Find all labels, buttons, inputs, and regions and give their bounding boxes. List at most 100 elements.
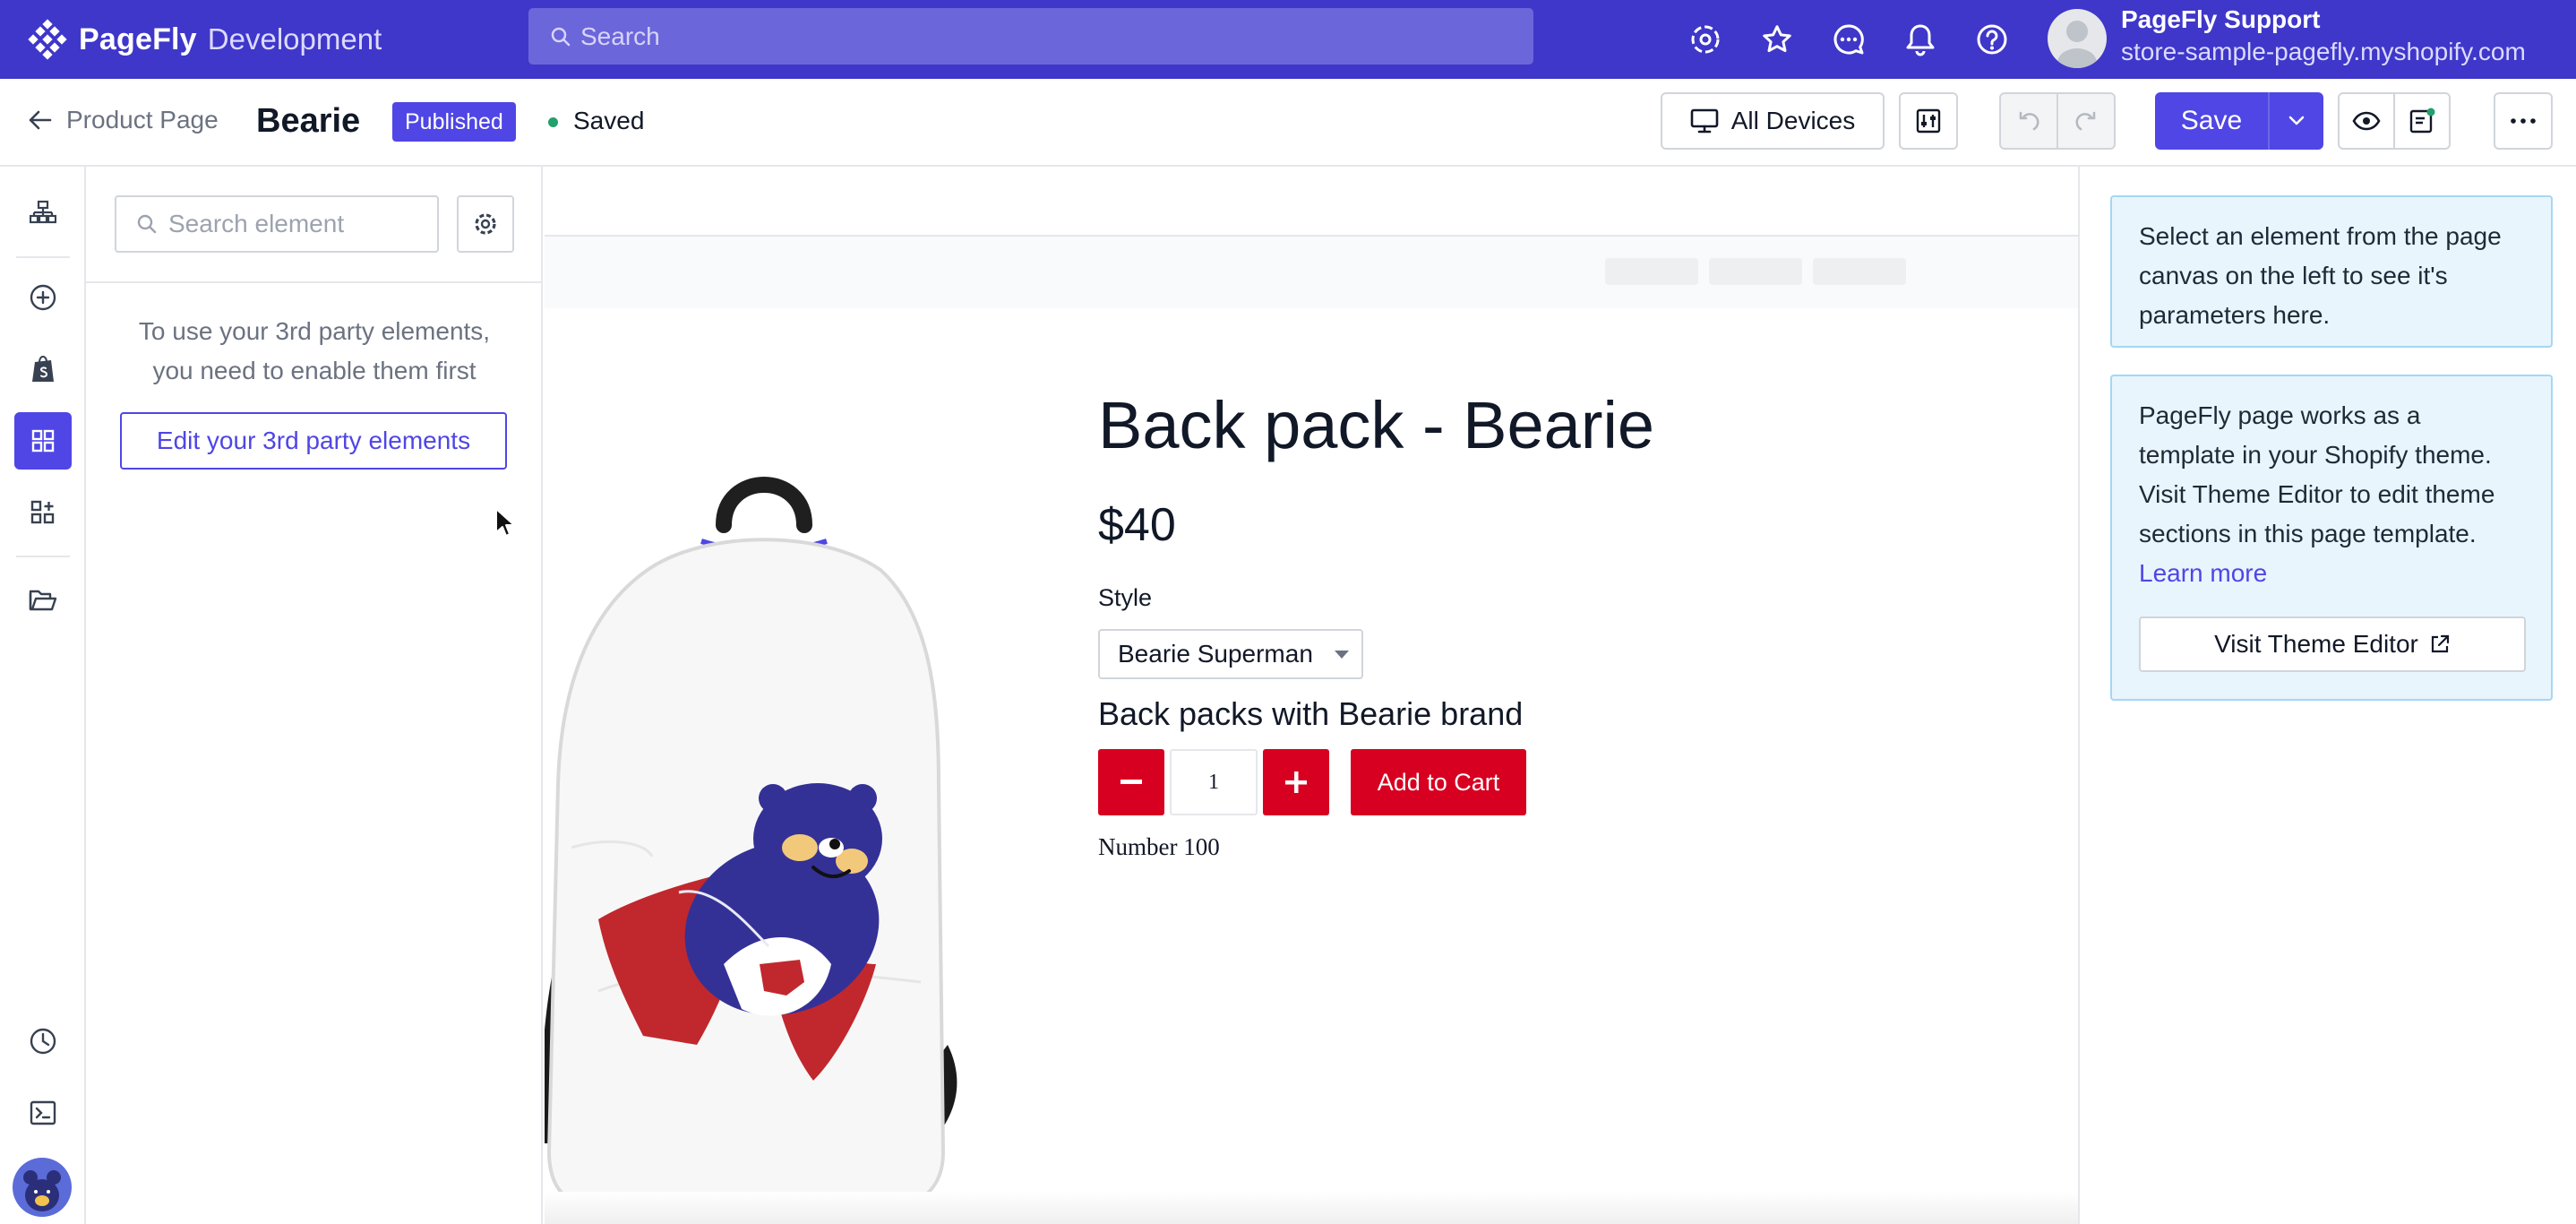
star-icon[interactable]	[1757, 20, 1797, 59]
element-panel: Search element To use your 3rd party ele…	[86, 167, 543, 1224]
theme-editor-notice: PageFly page works as a template in your…	[2110, 375, 2553, 701]
product-subheading[interactable]: Back packs with Bearie brand	[1098, 695, 1523, 733]
visit-theme-editor-label: Visit Theme Editor	[2214, 630, 2418, 658]
caret-down-icon	[1335, 651, 1349, 659]
undo-icon	[2019, 111, 2039, 131]
status-badge: Published	[392, 102, 516, 142]
saved-status-dot	[548, 117, 558, 127]
notice-line: PageFly page works as a	[2139, 401, 2421, 429]
preview-button[interactable]	[2338, 92, 2395, 150]
bear-avatar[interactable]	[13, 1158, 72, 1217]
product-price[interactable]: $40	[1098, 498, 1176, 552]
widgets-icon[interactable]	[14, 484, 72, 541]
element-settings-button[interactable]	[457, 195, 514, 253]
notice-line: Visit Theme Editor to edit theme	[2139, 480, 2495, 508]
search-icon	[137, 214, 157, 234]
elements-icon[interactable]	[14, 412, 72, 470]
chevron-down-icon	[2288, 116, 2305, 125]
eye-icon	[2352, 111, 2381, 131]
inspector-panel: Select an element from the page canvas o…	[2078, 167, 2576, 1224]
nav-placeholder	[1813, 258, 1906, 285]
chat-icon[interactable]	[1829, 20, 1868, 59]
variant-select-value: Bearie Superman	[1118, 640, 1313, 668]
hint-line: canvas on the left to see it's	[2139, 262, 2448, 289]
editor-header: Product Page Bearie Published Saved All …	[0, 79, 2576, 167]
nav-placeholder	[1709, 258, 1802, 285]
back-label: Product Page	[66, 106, 219, 134]
environment-label: Development	[207, 22, 382, 56]
rail-divider	[16, 256, 70, 258]
third-party-message-line: To use your 3rd party elements,	[138, 317, 491, 345]
add-to-cart-button[interactable]: Add to Cart	[1351, 749, 1526, 815]
panel-divider	[86, 281, 541, 283]
save-status-label: Saved	[573, 107, 645, 134]
gear-icon	[475, 213, 496, 235]
device-selector-button[interactable]: All Devices	[1661, 92, 1885, 150]
quantity-increase-button[interactable]	[1263, 749, 1329, 815]
page-canvas[interactable]: Back pack - Bearie $40 Style Bearie Supe…	[545, 167, 2078, 1224]
plus-icon	[1285, 771, 1307, 793]
element-search-input[interactable]: Search element	[115, 195, 439, 253]
account-name[interactable]: PageFly Support	[2121, 5, 2320, 34]
bell-icon[interactable]	[1901, 20, 1940, 59]
global-search-input[interactable]: Search	[528, 8, 1533, 65]
quantity-decrease-button[interactable]	[1098, 749, 1164, 815]
desktop-icon	[1690, 108, 1719, 134]
edit-third-party-elements-button[interactable]: Edit your 3rd party elements	[120, 412, 507, 470]
product-image[interactable]	[545, 462, 983, 1224]
search-icon	[551, 27, 571, 46]
minus-icon	[1121, 780, 1142, 784]
learn-more-link[interactable]: Learn more	[2139, 554, 2524, 593]
quantity-input[interactable]: 1	[1170, 749, 1258, 815]
back-link[interactable]: Product Page	[27, 106, 219, 134]
shopify-icon[interactable]	[14, 340, 72, 398]
page-settings-button[interactable]	[1899, 92, 1958, 150]
folder-icon[interactable]	[14, 572, 72, 629]
history-icon[interactable]	[14, 1013, 72, 1070]
search-placeholder: Search	[580, 22, 660, 50]
page-publish-icon	[2409, 108, 2435, 134]
add-icon[interactable]	[14, 269, 72, 326]
rail-divider	[16, 556, 70, 557]
publish-status-button[interactable]	[2393, 92, 2451, 150]
page-title[interactable]: Bearie	[256, 102, 360, 141]
brand-name: PageFly	[79, 22, 197, 56]
redo-button[interactable]	[2057, 92, 2116, 150]
pagefly-logo[interactable]: PageFly Development	[27, 16, 382, 63]
hint-line: parameters here.	[2139, 301, 2331, 329]
undo-button[interactable]	[1999, 92, 2058, 150]
left-toolbar	[0, 167, 86, 1224]
product-title[interactable]: Back pack - Bearie	[1098, 387, 1654, 463]
arrow-left-icon	[29, 110, 52, 130]
user-avatar[interactable]	[2048, 9, 2107, 68]
canvas-bottom-fade	[545, 1192, 2078, 1224]
third-party-message-line: you need to enable them first	[152, 357, 477, 384]
mouse-cursor-icon	[495, 508, 514, 537]
account-store-domain[interactable]: store-sample-pagefly.myshopify.com	[2121, 38, 2526, 66]
sitemap-icon[interactable]	[14, 185, 72, 242]
nav-placeholder	[1605, 258, 1698, 285]
top-bar: PageFly Development Search PageFly Suppo…	[0, 0, 2576, 79]
external-link-icon	[2431, 634, 2449, 653]
notice-line: template in your Shopify theme.	[2139, 441, 2492, 469]
element-search-placeholder: Search element	[168, 210, 345, 237]
devices-label: All Devices	[1730, 107, 1856, 134]
save-button[interactable]: Save	[2155, 92, 2268, 150]
pagefly-logo-icon	[28, 19, 67, 60]
help-icon[interactable]	[1972, 20, 2012, 59]
product-number-text[interactable]: Number 100	[1098, 833, 1220, 861]
terminal-icon[interactable]	[14, 1084, 72, 1142]
hint-line: Select an element from the page	[2139, 222, 2502, 250]
notice-line: sections in this page template.	[2139, 520, 2477, 547]
redo-icon	[2075, 111, 2096, 131]
variant-select[interactable]: Bearie Superman	[1098, 629, 1363, 679]
variant-label: Style	[1098, 584, 1153, 611]
select-element-hint: Select an element from the page canvas o…	[2110, 195, 2553, 348]
visit-theme-editor-button[interactable]: Visit Theme Editor	[2139, 616, 2526, 672]
sliders-icon	[1916, 108, 1941, 134]
more-horizontal-icon	[2511, 118, 2536, 124]
save-options-button[interactable]	[2268, 92, 2323, 150]
gear-icon[interactable]	[1686, 20, 1725, 59]
third-party-message: To use your 3rd party elements, you need…	[115, 312, 514, 391]
more-options-button[interactable]	[2494, 92, 2553, 150]
